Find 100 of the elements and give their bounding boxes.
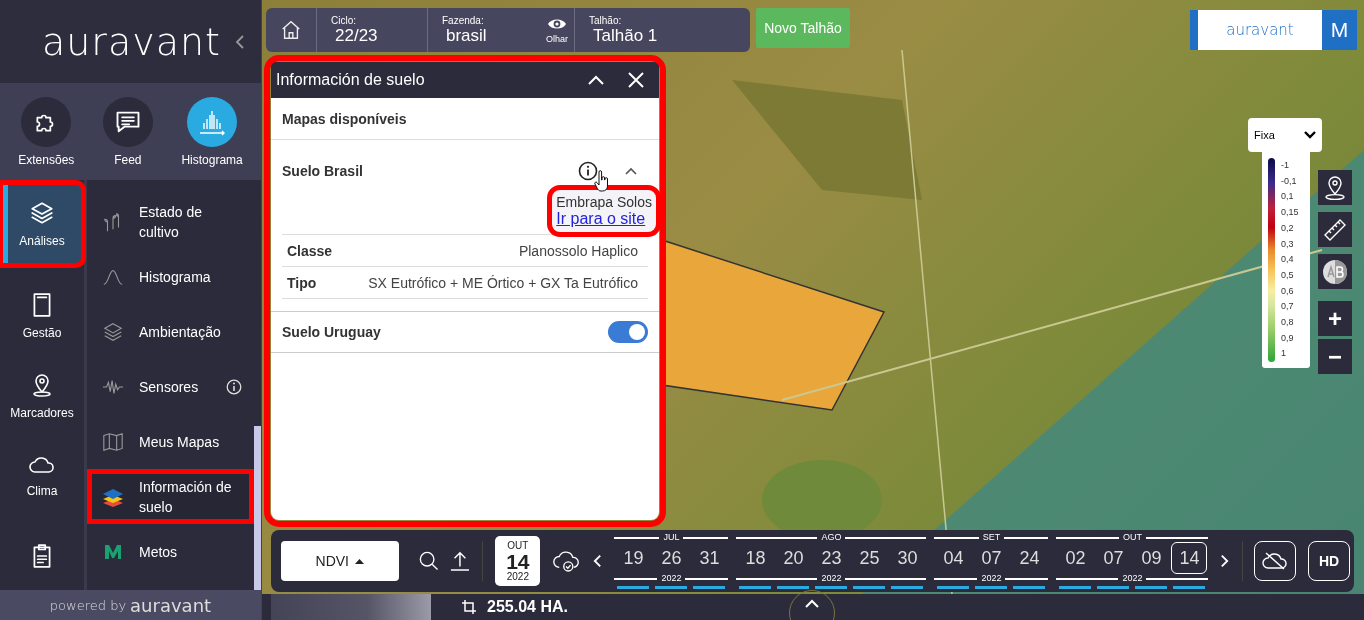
image-availability-bar [1013, 586, 1046, 589]
marker-tool-button[interactable] [1318, 170, 1352, 205]
image-availability-bar [1097, 586, 1130, 589]
submenu-item[interactable]: Estado de cultivo [87, 194, 254, 249]
date-button[interactable]: 02 [1056, 542, 1095, 574]
date-button[interactable]: 09 [1132, 542, 1171, 574]
satellite-map-placeholder[interactable] [262, 0, 1364, 594]
date-button[interactable]: 04 [934, 542, 973, 574]
quick-action-label: Histograma [181, 152, 243, 167]
month-label: SET [978, 533, 1005, 542]
image-availability-bar [1135, 586, 1168, 589]
letter-m-logo-icon [104, 543, 122, 560]
quick-action-button[interactable]: Extensões [18, 96, 75, 167]
scale-label: 0,7 [1281, 300, 1295, 314]
nav-item[interactable]: Gestão [0, 286, 84, 346]
year-label: 2022 [817, 574, 846, 583]
date-button[interactable]: 18 [736, 542, 775, 574]
index-select[interactable]: NDVI [281, 541, 399, 581]
cloud-icon [28, 454, 56, 476]
ruler-icon [1323, 217, 1347, 242]
scale-label: 0,8 [1281, 316, 1295, 330]
scale-label: 0,9 [1281, 331, 1295, 345]
date-badge[interactable]: OUT 14 2022 [495, 536, 541, 586]
layers-icon [29, 200, 55, 226]
date-button[interactable]: 19 [614, 542, 653, 574]
image-availability-bar [1059, 586, 1092, 589]
section-title: Mapas disponíveis [271, 98, 659, 140]
date-button[interactable]: 24 [1010, 542, 1049, 574]
area-total: 255.04 HA. [487, 598, 568, 616]
date-button[interactable]: 23 [812, 542, 851, 574]
date-button[interactable]: 25 [850, 542, 889, 574]
chevron-up-icon [804, 599, 820, 609]
website-link[interactable]: Ir para o site [556, 210, 646, 228]
info-icon[interactable] [578, 161, 598, 181]
collapse-icon[interactable] [587, 74, 605, 86]
scale-label: 0,3 [1281, 237, 1295, 251]
scale-label: 0,15 [1281, 206, 1299, 220]
submenu-item[interactable]: Sensores [87, 359, 254, 414]
powered-by-text: powered by [49, 597, 127, 613]
date-button[interactable]: 26 [652, 542, 691, 574]
nav-item[interactable]: Análises [0, 182, 84, 266]
image-availability-bar [891, 586, 924, 589]
hand-cursor-icon [594, 170, 610, 192]
notebook-icon [31, 292, 53, 318]
zoom-in-button[interactable]: + [1318, 301, 1352, 336]
date-button[interactable]: 31 [690, 542, 729, 574]
compare-tool-button[interactable] [1318, 254, 1352, 289]
zoom-out-button[interactable]: − [1318, 339, 1352, 374]
submenu-item[interactable]: Ambientação [87, 304, 254, 359]
nav-item[interactable]: Clima [0, 446, 84, 506]
image-availability-bar [815, 586, 848, 589]
submenu-item[interactable]: Meus Mapas [87, 414, 254, 469]
user-avatar[interactable]: M [1322, 10, 1357, 50]
search-icon[interactable] [418, 550, 439, 572]
submenu-item[interactable]: Histograma [87, 249, 254, 304]
scale-label: 1 [1281, 347, 1287, 361]
scale-label: 0,5 [1281, 268, 1295, 282]
toggle-switch[interactable] [608, 321, 648, 343]
quick-action-button[interactable]: Histograma [181, 96, 243, 167]
crop-icon [461, 599, 477, 615]
breadcrumb-field[interactable]: Talhão: Talhão 1 [574, 8, 685, 52]
date-button[interactable]: 07 [972, 542, 1011, 574]
folded-map-icon [102, 430, 124, 453]
property-label: Tipo [287, 274, 317, 291]
image-availability-bar [937, 586, 970, 589]
submenu-item[interactable]: Metos [87, 524, 254, 579]
auravant-logo: auravant [41, 19, 221, 64]
scale-label: 0,4 [1281, 253, 1295, 267]
scale-label: -0,1 [1281, 174, 1298, 188]
ab-compare-icon [1322, 258, 1348, 285]
cloud-check-icon[interactable] [552, 548, 582, 574]
date-button[interactable]: 20 [774, 542, 813, 574]
legend-mode-select[interactable]: Fixa [1248, 118, 1322, 152]
cloud-filter-button[interactable] [1254, 541, 1297, 581]
month-label: AGO [817, 533, 846, 542]
image-availability-bar [777, 586, 810, 589]
submenu-item[interactable]: Información de suelo [87, 469, 254, 524]
breadcrumb-field[interactable]: Ciclo: 22/23 [316, 8, 427, 52]
image-availability-bar [655, 586, 688, 589]
soil-map-name: Suelo Uruguay [282, 324, 382, 340]
quick-action-label: Feed [114, 152, 142, 167]
breadcrumb-field[interactable]: Fazenda: brasil [427, 8, 546, 52]
source-name: Embrapa Solos [556, 194, 652, 210]
upload-icon[interactable] [450, 550, 471, 572]
hd-button[interactable]: HD [1308, 541, 1350, 581]
year-label: 2022 [657, 574, 686, 583]
date-button[interactable]: 30 [888, 542, 927, 574]
chevron-down-icon [1304, 131, 1316, 139]
view-label[interactable]: Olhar [546, 33, 568, 44]
auravant-logo: auravant [130, 594, 212, 616]
scale-label: 0,2 [1281, 221, 1295, 235]
close-icon[interactable] [627, 71, 645, 89]
home-icon[interactable] [280, 19, 302, 41]
measure-tool-button[interactable] [1318, 212, 1352, 247]
date-button[interactable]: 07 [1094, 542, 1133, 574]
nav-item[interactable]: Marcadores [0, 366, 84, 426]
property-value: SX Eutrófico + ME Órtico + GX Ta Eutrófico [368, 274, 638, 291]
quick-action-button[interactable]: Feed [102, 96, 153, 167]
chevron-icon[interactable] [624, 166, 638, 176]
chevron-right-icon[interactable] [1220, 553, 1230, 569]
